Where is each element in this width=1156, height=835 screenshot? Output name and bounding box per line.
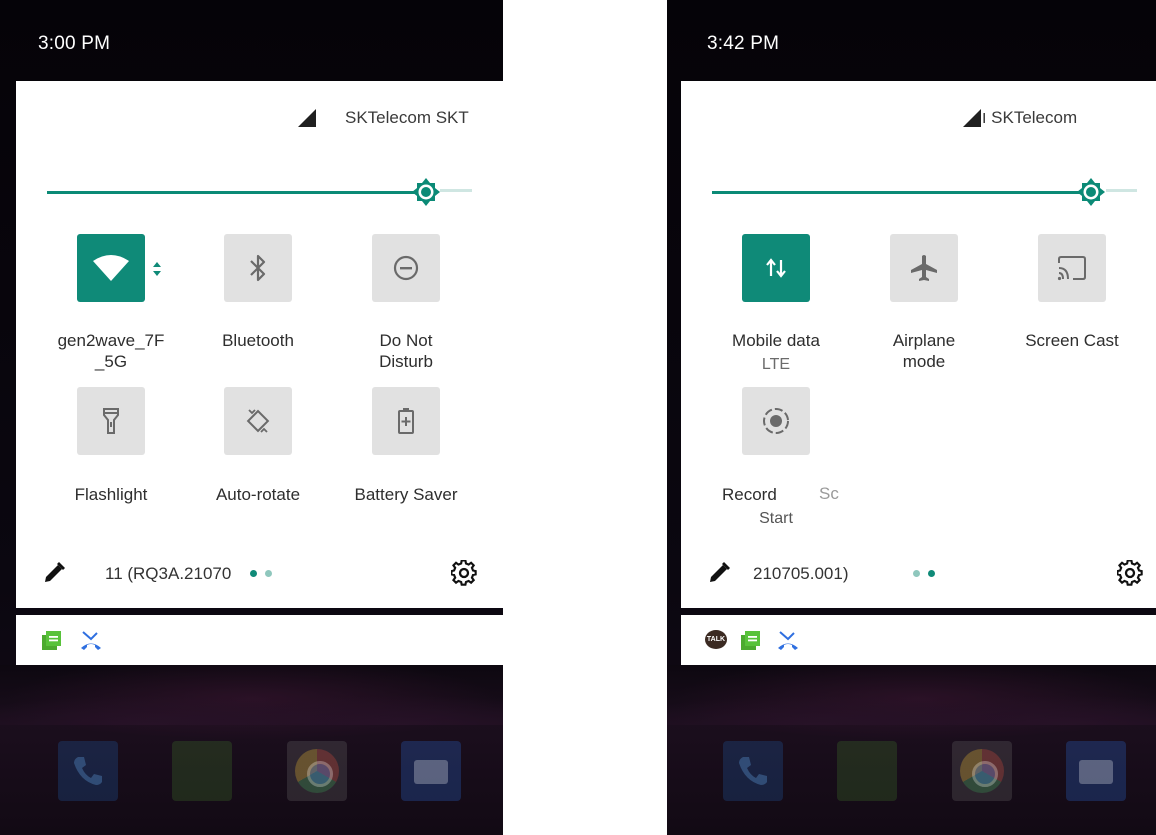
- auto-rotate-tile[interactable]: [224, 387, 292, 455]
- status-time: 3:42 PM: [707, 33, 780, 54]
- page-dot: [913, 570, 920, 577]
- battery-saver-tile[interactable]: [372, 387, 440, 455]
- camera-icon: [414, 760, 448, 784]
- phone-screen-left: 3:00 PM SKTelecom SKT gen2wave_7F _5G Bl…: [0, 0, 503, 835]
- edit-pencil-icon[interactable]: [707, 561, 731, 585]
- do-not-disturb-icon: [393, 255, 419, 281]
- screen-record-icon: [763, 408, 789, 434]
- screen-record-tile[interactable]: [742, 387, 810, 455]
- messages-icon: [741, 631, 760, 650]
- phone-icon: [739, 757, 767, 785]
- edit-pencil-icon[interactable]: [42, 561, 66, 585]
- build-number[interactable]: 210705.001): [753, 564, 848, 584]
- signal-icon: [963, 109, 981, 127]
- missed-call-icon: [81, 631, 101, 650]
- carrier-label: SKTelecom SKT: [345, 108, 469, 127]
- auto-rotate-icon: [246, 409, 270, 433]
- wifi-tile[interactable]: [77, 234, 145, 302]
- bluetooth-tile[interactable]: [224, 234, 292, 302]
- phone-screen-right: 3:42 PM ו SKTelecom Mobile data LTE Airp…: [667, 0, 1156, 835]
- airplane-icon: [911, 255, 937, 281]
- status-time: 3:00 PM: [38, 33, 111, 54]
- flashlight-tile-label: Flashlight: [74, 485, 148, 504]
- wifi-tile-label: gen2wave_7F _5G: [57, 331, 165, 371]
- screen-cast-tile[interactable]: [1038, 234, 1106, 302]
- brightness-slider[interactable]: [712, 191, 1094, 194]
- brightness-icon[interactable]: [411, 177, 441, 207]
- mobile-data-tile-sublabel: LTE: [761, 356, 791, 373]
- chrome-center: [307, 761, 333, 787]
- missed-call-icon: [778, 631, 798, 650]
- mobile-data-tile[interactable]: [742, 234, 810, 302]
- clipped-tile-label: Sc: [819, 484, 839, 503]
- mobile-data-icon: [766, 258, 786, 278]
- signal-icon: [298, 109, 316, 127]
- bluetooth-icon: [250, 254, 266, 282]
- phone-icon: [74, 757, 102, 785]
- page-dot-active: [250, 570, 257, 577]
- do-not-disturb-tile[interactable]: [372, 234, 440, 302]
- screen-cast-tile-label: Screen Cast: [1025, 331, 1119, 350]
- brightness-slider-rest: [1106, 189, 1137, 192]
- wifi-data-activity-icon: [153, 262, 161, 276]
- brightness-slider[interactable]: [47, 191, 425, 194]
- dock-messages-icon: [837, 741, 897, 801]
- settings-gear-icon[interactable]: [1117, 560, 1143, 586]
- brightness-icon[interactable]: [1076, 177, 1106, 207]
- battery-saver-tile-label: Battery Saver: [354, 485, 458, 504]
- build-number[interactable]: 11 (RQ3A.21070: [105, 564, 231, 584]
- battery-saver-icon: [398, 408, 414, 434]
- screen-cast-icon: [1057, 256, 1086, 281]
- brightness-slider-rest: [440, 189, 472, 192]
- wifi-icon: [93, 255, 129, 281]
- do-not-disturb-tile-label: Do Not Disturb: [379, 331, 433, 371]
- page-dot: [265, 570, 272, 577]
- camera-icon: [1079, 760, 1113, 784]
- wallpaper-hills: [0, 665, 503, 725]
- carrier-label: ו SKTelecom: [982, 108, 1078, 127]
- kakaotalk-icon: TALK: [705, 630, 727, 649]
- messages-icon: [42, 631, 61, 650]
- airplane-mode-tile-label: Airplane mode: [892, 331, 956, 371]
- flashlight-tile[interactable]: [77, 387, 145, 455]
- flashlight-icon: [103, 408, 119, 434]
- page-dot-active: [928, 570, 935, 577]
- auto-rotate-tile-label: Auto-rotate: [215, 485, 301, 504]
- screen-record-tile-sublabel: Start: [759, 510, 793, 527]
- screen-record-tile-label: Record: [722, 485, 777, 504]
- wallpaper-hills: [667, 665, 1156, 725]
- dock-messages-icon: [172, 741, 232, 801]
- bluetooth-tile-label: Bluetooth: [222, 331, 294, 350]
- settings-gear-icon[interactable]: [451, 560, 477, 586]
- airplane-mode-tile[interactable]: [890, 234, 958, 302]
- mobile-data-tile-label: Mobile data: [732, 331, 820, 350]
- chrome-center: [972, 761, 998, 787]
